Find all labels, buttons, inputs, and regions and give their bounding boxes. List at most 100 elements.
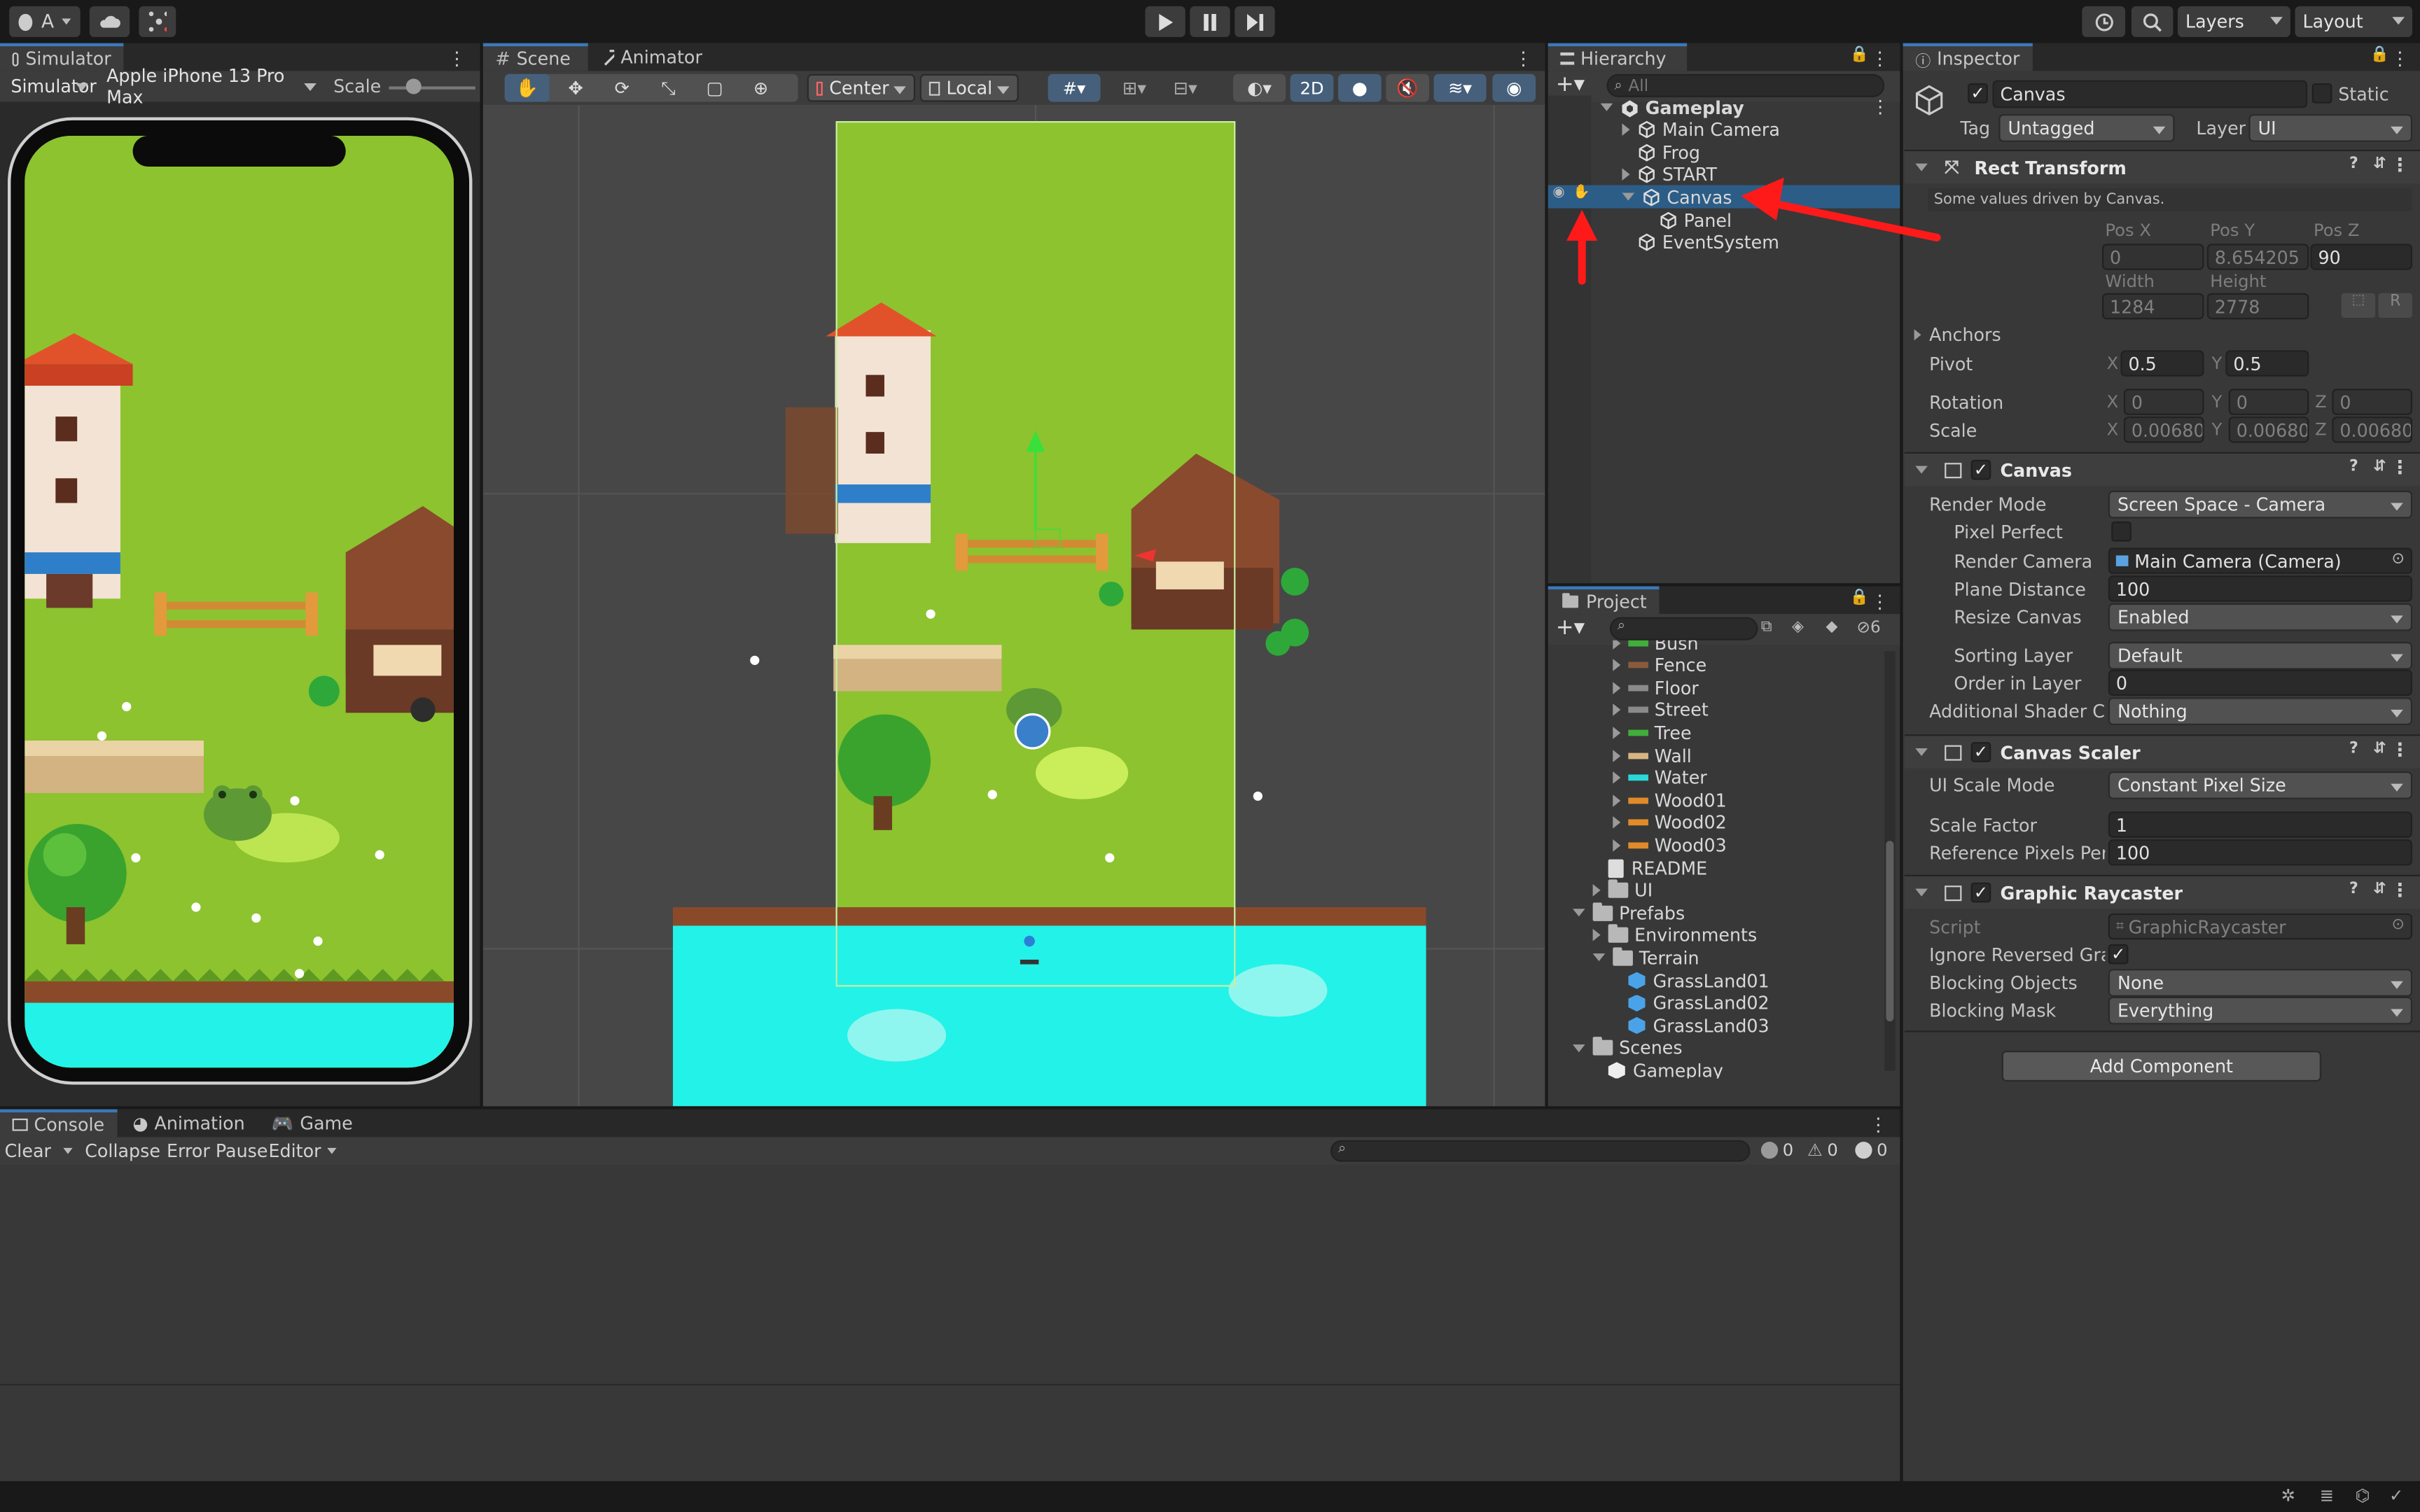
layers-dropdown[interactable]: Layers bbox=[2177, 6, 2290, 37]
tab-animation[interactable]: ◕ Animation bbox=[120, 1110, 256, 1138]
project-item-street[interactable]: Street bbox=[1548, 699, 1709, 722]
editor-dropdown[interactable]: Editor bbox=[269, 1140, 337, 1162]
warning-filter-toggle[interactable]: ⚠ 0 bbox=[1807, 1140, 1838, 1161]
hierarchy-search-input[interactable]: ⌕ All bbox=[1606, 74, 1885, 97]
filter-label-icon[interactable]: ◆ bbox=[1826, 619, 1837, 636]
object-picker-icon[interactable]: ⊙ bbox=[2391, 551, 2404, 568]
render-camera-field[interactable]: Main Camera (Camera) ⊙ bbox=[2108, 547, 2413, 574]
check-icon[interactable]: ✓ bbox=[2389, 1486, 2403, 1506]
kebab-menu-icon[interactable]: ⋮ bbox=[2391, 879, 2409, 901]
project-item-grassland01[interactable]: GrassLand01 bbox=[1548, 969, 1769, 992]
lock-icon[interactable]: 🔒 bbox=[1850, 46, 1869, 63]
console-log-area[interactable] bbox=[0, 1165, 1900, 1385]
account-dropdown[interactable]: A bbox=[9, 6, 81, 37]
scale-tool-button[interactable]: ⤡ bbox=[647, 74, 690, 102]
collab-button[interactable] bbox=[139, 6, 176, 37]
project-item-prefabs[interactable]: Prefabs bbox=[1548, 902, 1685, 925]
help-icon[interactable]: ? bbox=[2349, 741, 2358, 757]
preset-icon[interactable]: ⇵ bbox=[2373, 881, 2386, 898]
kebab-menu-icon[interactable]: ⋮ bbox=[447, 48, 466, 69]
kebab-menu-icon[interactable]: ⋮ bbox=[1870, 591, 1889, 612]
hierarchy-item-panel[interactable]: Panel bbox=[1548, 209, 1900, 232]
expanded-arrow-icon[interactable] bbox=[1592, 953, 1606, 962]
help-icon[interactable]: ? bbox=[2349, 881, 2358, 898]
project-item-grassland02[interactable]: GrassLand02 bbox=[1548, 991, 1769, 1014]
visibility-eye-icon[interactable]: ◉ bbox=[1552, 186, 1564, 201]
project-item-terrain[interactable]: Terrain bbox=[1548, 946, 1699, 969]
shader-channels-dropdown[interactable]: Nothing bbox=[2108, 697, 2413, 725]
collapsed-arrow-icon[interactable] bbox=[1613, 681, 1621, 694]
width-field[interactable]: 1284 bbox=[2101, 293, 2204, 320]
project-search-input[interactable]: ⌕ bbox=[1609, 617, 1758, 640]
anchors-foldout[interactable]: Anchors bbox=[1914, 324, 2001, 346]
tab-hierarchy[interactable]: Hierarchy bbox=[1548, 43, 1688, 71]
plane-distance-field[interactable]: 100 bbox=[2108, 575, 2413, 602]
expanded-arrow-icon[interactable] bbox=[1572, 909, 1585, 917]
project-item-bush[interactable]: Bush bbox=[1548, 640, 1699, 654]
canvas-scaler-enabled-checkbox[interactable]: ✓ bbox=[1970, 742, 1991, 762]
search-button[interactable] bbox=[2131, 6, 2174, 37]
layout-dropdown[interactable]: Layout bbox=[2295, 6, 2413, 37]
rect-transform-header[interactable]: ⤧ Rect Transform ? ⇵ ⋮ bbox=[1904, 149, 2420, 184]
create-asset-button[interactable]: +▾ bbox=[1556, 615, 1585, 640]
order-in-layer-field[interactable]: 0 bbox=[2108, 669, 2413, 696]
height-field[interactable]: 2778 bbox=[2206, 293, 2309, 320]
network-icon[interactable]: ⌬ bbox=[2355, 1486, 2370, 1506]
tab-inspector[interactable]: ⓘ Inspector bbox=[1903, 43, 2033, 71]
history-button[interactable] bbox=[2082, 6, 2126, 37]
snap-increment-button[interactable]: ⊞▾ bbox=[1113, 74, 1156, 102]
project-item-gameplay[interactable]: Gameplay bbox=[1548, 1059, 1723, 1079]
preset-icon[interactable]: ⇵ bbox=[2373, 458, 2386, 475]
lock-icon[interactable]: 🔒 bbox=[2370, 46, 2388, 63]
scale-z-field[interactable]: 0.00680 bbox=[2332, 416, 2413, 443]
project-item-tree[interactable]: Tree bbox=[1548, 721, 1692, 744]
2d-toggle[interactable]: 2D bbox=[1290, 74, 1334, 102]
console-detail-area[interactable] bbox=[0, 1385, 1900, 1481]
pivot-dropdown[interactable]: Center bbox=[807, 74, 916, 102]
rot-z-field[interactable]: 0 bbox=[2332, 388, 2413, 415]
clear-button[interactable]: Clear bbox=[5, 1139, 79, 1163]
preset-icon[interactable]: ⇵ bbox=[2373, 741, 2386, 757]
bug-icon[interactable]: ✲ bbox=[2281, 1486, 2295, 1506]
kebab-menu-icon[interactable]: ⋮ bbox=[2391, 739, 2409, 761]
tab-scene[interactable]: # Scene bbox=[482, 43, 588, 71]
expanded-arrow-icon[interactable] bbox=[1572, 1044, 1585, 1052]
raycaster-enabled-checkbox[interactable]: ✓ bbox=[1970, 882, 1991, 903]
lock-icon[interactable]: 🔒 bbox=[1850, 589, 1869, 606]
collapsed-arrow-icon[interactable] bbox=[1592, 884, 1601, 897]
collapsed-arrow-icon[interactable] bbox=[1613, 771, 1621, 784]
effects-toggle[interactable]: ≋▾ bbox=[1433, 74, 1487, 102]
kebab-menu-icon[interactable]: ⋮ bbox=[1871, 96, 1889, 118]
help-icon[interactable]: ? bbox=[2349, 458, 2358, 475]
scale-slider[interactable] bbox=[389, 86, 475, 90]
project-item-wood02[interactable]: Wood02 bbox=[1548, 811, 1727, 834]
pivot-y-field[interactable]: 0.5 bbox=[2225, 350, 2309, 377]
rot-x-field[interactable]: 0 bbox=[2123, 388, 2204, 415]
project-item-readme[interactable]: README bbox=[1548, 856, 1707, 879]
project-item-fence[interactable]: Fence bbox=[1548, 654, 1706, 677]
pause-button[interactable] bbox=[1190, 6, 1230, 37]
phone-screen[interactable] bbox=[25, 135, 454, 1068]
space-dropdown[interactable]: Local bbox=[919, 74, 1019, 102]
active-checkbox[interactable]: ✓ bbox=[1968, 83, 1988, 104]
simulator-mode-dropdown[interactable]: Simulator bbox=[3, 73, 96, 101]
expanded-arrow-icon[interactable] bbox=[1622, 193, 1635, 202]
project-item-ui[interactable]: UI bbox=[1548, 878, 1653, 902]
step-button[interactable] bbox=[1235, 6, 1275, 37]
hidden-packages-toggle[interactable]: ⊘ 6 bbox=[1857, 619, 1881, 637]
canvas-component-header[interactable]: ✓ Canvas ? ⇵ ⋮ bbox=[1904, 451, 2420, 486]
project-item-wood03[interactable]: Wood03 bbox=[1548, 834, 1727, 857]
kebab-menu-icon[interactable]: ⋮ bbox=[2391, 456, 2409, 478]
hierarchy-item-main-camera[interactable]: Main Camera bbox=[1548, 118, 1900, 141]
stack-icon[interactable]: ≣ bbox=[2320, 1486, 2334, 1506]
device-dropdown[interactable]: Apple iPhone 13 Pro Max bbox=[99, 65, 324, 108]
project-item-wood01[interactable]: Wood01 bbox=[1548, 789, 1727, 812]
kebab-menu-icon[interactable]: ⋮ bbox=[1869, 1114, 1887, 1135]
add-component-button[interactable]: Add Component bbox=[2001, 1050, 2321, 1082]
help-icon[interactable]: ? bbox=[2349, 156, 2358, 173]
hand-tool-button[interactable]: ✋ bbox=[504, 74, 550, 102]
rotate-tool-button[interactable]: ⟳ bbox=[600, 74, 644, 102]
play-button[interactable] bbox=[1145, 6, 1185, 37]
expanded-arrow-icon[interactable] bbox=[1600, 103, 1613, 111]
graphic-raycaster-header[interactable]: ✓ Graphic Raycaster ? ⇵ ⋮ bbox=[1904, 874, 2420, 909]
